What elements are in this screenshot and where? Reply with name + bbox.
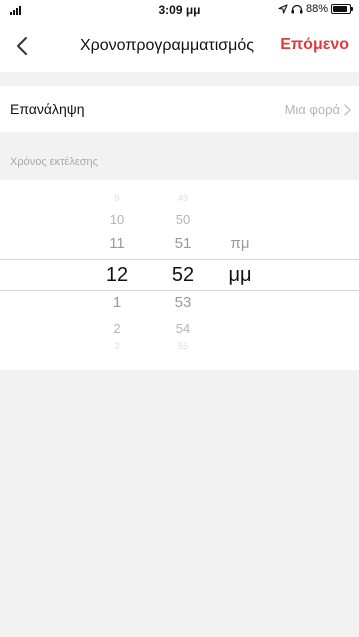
- minute-option[interactable]: 51: [153, 234, 213, 253]
- execution-time-label: Χρόνος εκτέλεσης: [10, 156, 98, 168]
- headphones-icon: [291, 4, 303, 14]
- repeat-value[interactable]: Μια φορά: [285, 102, 351, 117]
- navigation-bar: Χρονοπρογραμματισμός Επόμενο: [0, 20, 359, 72]
- hour-option[interactable]: 9: [92, 192, 142, 205]
- minute-option[interactable]: 54: [153, 320, 213, 337]
- chevron-left-icon: [17, 37, 27, 55]
- minute-option[interactable]: 53: [153, 293, 213, 312]
- next-button[interactable]: Επόμενο: [280, 36, 349, 54]
- hour-option[interactable]: 2: [92, 320, 142, 337]
- ampm-option[interactable]: μμ: [222, 263, 258, 287]
- minute-option[interactable]: 50: [153, 211, 213, 228]
- minute-option[interactable]: 55: [153, 340, 213, 353]
- location-arrow-icon: [278, 4, 288, 14]
- status-bar: 3:09 μμ 88%: [0, 0, 359, 20]
- back-button[interactable]: [6, 30, 38, 62]
- hour-option[interactable]: 1: [92, 293, 142, 312]
- battery-icon: [331, 4, 353, 14]
- repeat-label: Επανάληψη: [10, 101, 85, 117]
- repeat-value-text: Μια φορά: [284, 102, 340, 117]
- hour-option[interactable]: 3: [92, 340, 142, 353]
- page-title: Χρονοπρογραμματισμός: [80, 37, 254, 54]
- minute-option[interactable]: 52: [153, 263, 213, 287]
- battery-percent: 88%: [305, 3, 328, 15]
- battery-fill: [333, 6, 348, 12]
- ampm-option[interactable]: πμ: [222, 234, 258, 253]
- hour-option[interactable]: 12: [92, 263, 142, 287]
- status-indicators: 88%: [278, 3, 353, 15]
- picker-selection-bottom-line: [0, 290, 359, 291]
- picker-selection-top-line: [0, 259, 359, 260]
- minute-option[interactable]: 49: [153, 192, 213, 205]
- chevron-right-icon: [344, 103, 351, 116]
- hour-option[interactable]: 11: [92, 234, 142, 253]
- hour-option[interactable]: 10: [92, 211, 142, 228]
- time-picker[interactable]: 9 10 11 12 1 2 3 49 50 51 52 53 54 55 πμ μμ: [0, 180, 359, 370]
- repeat-row[interactable]: Επανάληψη Μια φορά: [0, 86, 359, 132]
